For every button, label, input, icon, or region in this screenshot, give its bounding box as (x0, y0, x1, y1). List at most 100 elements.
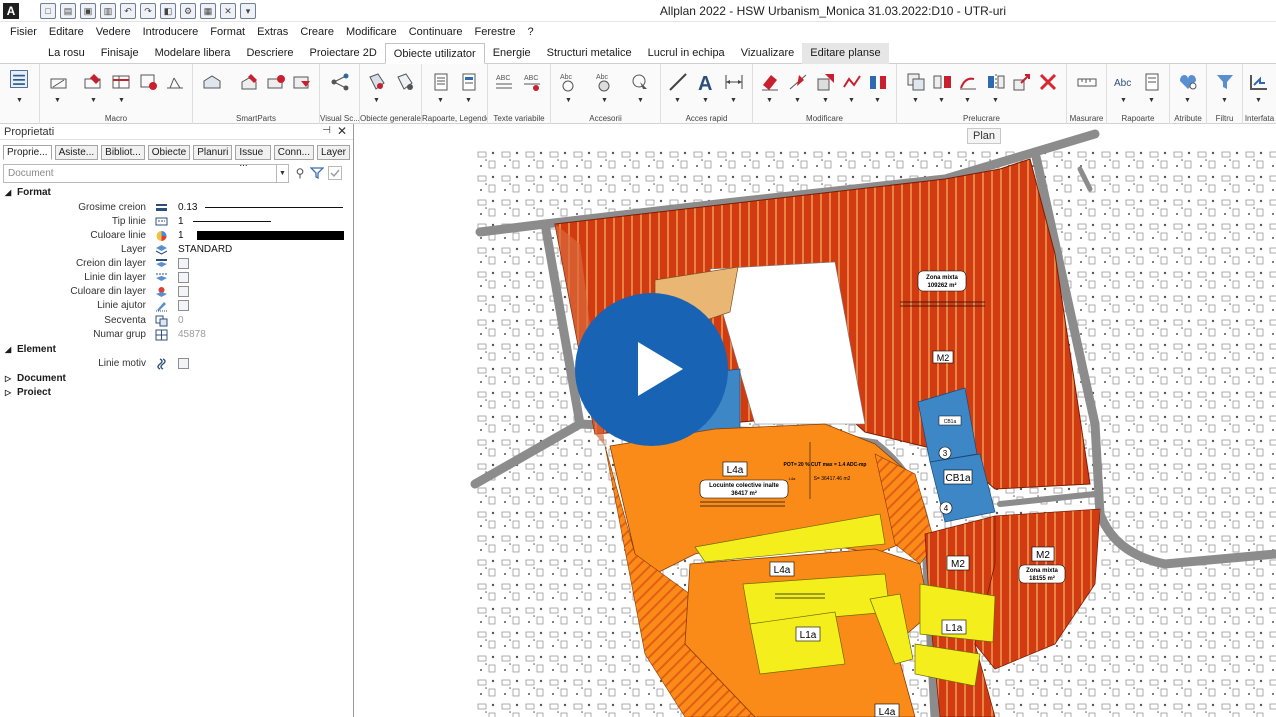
panel-tab-proprietati[interactable]: Proprie... (3, 145, 52, 160)
chevron-down-icon[interactable]: ▼ (964, 97, 971, 104)
property-value[interactable]: STANDARD (178, 244, 232, 255)
property-row-helper-line[interactable]: Linie ajutor (0, 300, 350, 314)
mirror-icon[interactable] (985, 71, 1007, 93)
move-element-icon[interactable] (931, 71, 953, 93)
report-list-icon[interactable] (1141, 71, 1163, 93)
general-object-modify-icon[interactable] (394, 71, 416, 93)
menu-introducere[interactable]: Introducere (137, 26, 205, 38)
smartpart-modify-icon[interactable] (265, 71, 287, 93)
property-row-pen[interactable]: Grosime creion 0.13 (0, 202, 350, 216)
macro-level-icon[interactable] (164, 71, 186, 93)
menu-extras[interactable]: Extras (251, 26, 294, 38)
chevron-down-icon[interactable]: ▼ (16, 97, 23, 104)
chevron-down-icon[interactable]: ▼ (1184, 97, 1191, 104)
chevron-down-icon[interactable]: ▼ (465, 97, 472, 104)
panel-tab-obiecte[interactable]: Obiecte (147, 145, 191, 160)
chevron-down-icon[interactable]: ▼ (848, 97, 855, 104)
tab-descriere[interactable]: Descriere (238, 43, 301, 64)
section-document[interactable]: ▷ Document (5, 373, 66, 384)
panel-tab-connect[interactable]: Conn... (273, 145, 314, 160)
panel-tab-issue[interactable]: Issue ... (235, 145, 271, 169)
tab-editare-planse[interactable]: Editare planse (802, 43, 889, 64)
tab-structuri-metalice[interactable]: Structuri metalice (539, 43, 640, 64)
chevron-down-icon[interactable]: ▼ (1221, 97, 1228, 104)
chevron-down-icon[interactable]: ▼ (938, 97, 945, 104)
rotate-icon[interactable] (957, 71, 979, 93)
chevron-down-icon[interactable]: ▼ (912, 97, 919, 104)
property-row-layer[interactable]: Layer STANDARD (0, 244, 350, 258)
accessory-icon[interactable]: Abc (557, 71, 579, 93)
chevron-down-icon[interactable]: ▼ (822, 97, 829, 104)
panel-tab-planuri[interactable]: Planuri (193, 145, 233, 160)
macro-create-icon[interactable] (82, 71, 104, 93)
polyline-icon[interactable] (841, 71, 863, 93)
color-from-layer-checkbox[interactable] (178, 286, 189, 297)
smartpart-create-icon[interactable] (239, 71, 261, 93)
chevron-down-icon[interactable]: ▼ (702, 97, 709, 104)
property-row-group-number[interactable]: Numar grup 45878 (0, 329, 350, 343)
close-icon[interactable]: ✕ (337, 124, 347, 138)
menu-editare[interactable]: Editare (43, 26, 90, 38)
move-icon[interactable] (815, 71, 837, 93)
chevron-down-icon[interactable]: ▼ (118, 97, 125, 104)
accessory-modify-icon[interactable]: Abc (593, 71, 615, 93)
chevron-down-icon[interactable]: ▼ (637, 97, 644, 104)
menu-modificare[interactable]: Modificare (340, 26, 403, 38)
menu-fisier[interactable]: Fisier (4, 26, 43, 38)
search-icon[interactable]: ⚲ (293, 166, 307, 180)
menu-ferestre[interactable]: Ferestre (469, 26, 522, 38)
drawing-canvas[interactable]: Zona mixta 109262 m² M2 CB1a 3 CB1a 4 L4… (355, 124, 1276, 717)
menu-creare[interactable]: Creare (294, 26, 340, 38)
pattern-line-checkbox[interactable] (178, 358, 189, 369)
visual-scripting-icon[interactable] (329, 71, 351, 93)
dimension-line-icon[interactable] (723, 71, 745, 93)
copy-icon[interactable] (905, 71, 927, 93)
view-tab-plan[interactable]: Plan (967, 128, 1002, 144)
helper-line-checkbox[interactable] (178, 300, 189, 311)
chevron-down-icon[interactable]: ▼ (565, 97, 572, 104)
chevron-down-icon[interactable]: ▼ (1148, 97, 1155, 104)
attribute-heart-icon[interactable] (1177, 71, 1199, 93)
property-value[interactable]: 1 (178, 230, 184, 241)
menu-help[interactable]: ? (521, 26, 539, 38)
chevron-down-icon[interactable]: ▼ (90, 97, 97, 104)
section-proiect[interactable]: ▷ Proiect (5, 387, 51, 398)
property-value[interactable]: 0.13 (178, 202, 197, 213)
macro-table-icon[interactable] (110, 71, 132, 93)
property-row-line-from-layer[interactable]: Linie din layer (0, 272, 350, 286)
video-play-button[interactable] (575, 293, 728, 446)
stretch-icon[interactable] (867, 71, 889, 93)
tab-obiecte-utilizator[interactable]: Obiecte utilizator (384, 43, 485, 64)
chevron-down-icon[interactable]: ▼ (276, 165, 288, 182)
tab-la-rosu[interactable]: La rosu (40, 43, 93, 64)
panel-tab-biblioteca[interactable]: Bibliot... (101, 145, 145, 160)
delete-icon[interactable] (1037, 71, 1059, 93)
property-row-pattern-line[interactable]: Linie motiv (0, 358, 350, 372)
chevron-down-icon[interactable]: ▼ (874, 97, 881, 104)
section-format[interactable]: ◢ Format (5, 187, 51, 198)
filter-icon[interactable] (1214, 71, 1236, 93)
panel-tab-asistent[interactable]: Asiste... (54, 145, 99, 160)
variable-text-create-icon[interactable]: ABC (521, 71, 543, 93)
menu-vedere[interactable]: Vedere (90, 26, 137, 38)
chevron-down-icon[interactable]: ▼ (54, 97, 61, 104)
tab-finisaje[interactable]: Finisaje (93, 43, 147, 64)
variable-text-icon[interactable]: ABC (493, 71, 515, 93)
chevron-down-icon[interactable]: ▼ (373, 97, 380, 104)
report-icon[interactable] (430, 71, 452, 93)
menu-continuare[interactable]: Continuare (403, 26, 469, 38)
text-report-icon[interactable]: Abc (1113, 71, 1135, 93)
property-row-linetype[interactable]: Tip linie 1 (0, 216, 350, 230)
chevron-down-icon[interactable]: ▼ (992, 97, 999, 104)
chevron-down-icon[interactable]: ▼ (1120, 97, 1127, 104)
chevron-down-icon[interactable]: ▼ (730, 97, 737, 104)
chevron-down-icon[interactable]: ▼ (1255, 97, 1262, 104)
tab-modelare-libera[interactable]: Modelare libera (147, 43, 239, 64)
chevron-down-icon[interactable]: ▼ (766, 97, 773, 104)
menu-format[interactable]: Format (204, 26, 251, 38)
measure-ruler-icon[interactable] (1076, 71, 1098, 93)
macro-eraser-icon[interactable] (48, 71, 70, 93)
pin-icon[interactable]: ⊣ (322, 125, 331, 136)
filter-icon[interactable] (309, 166, 325, 180)
property-row-sequence[interactable]: Secventa 0 (0, 315, 350, 329)
